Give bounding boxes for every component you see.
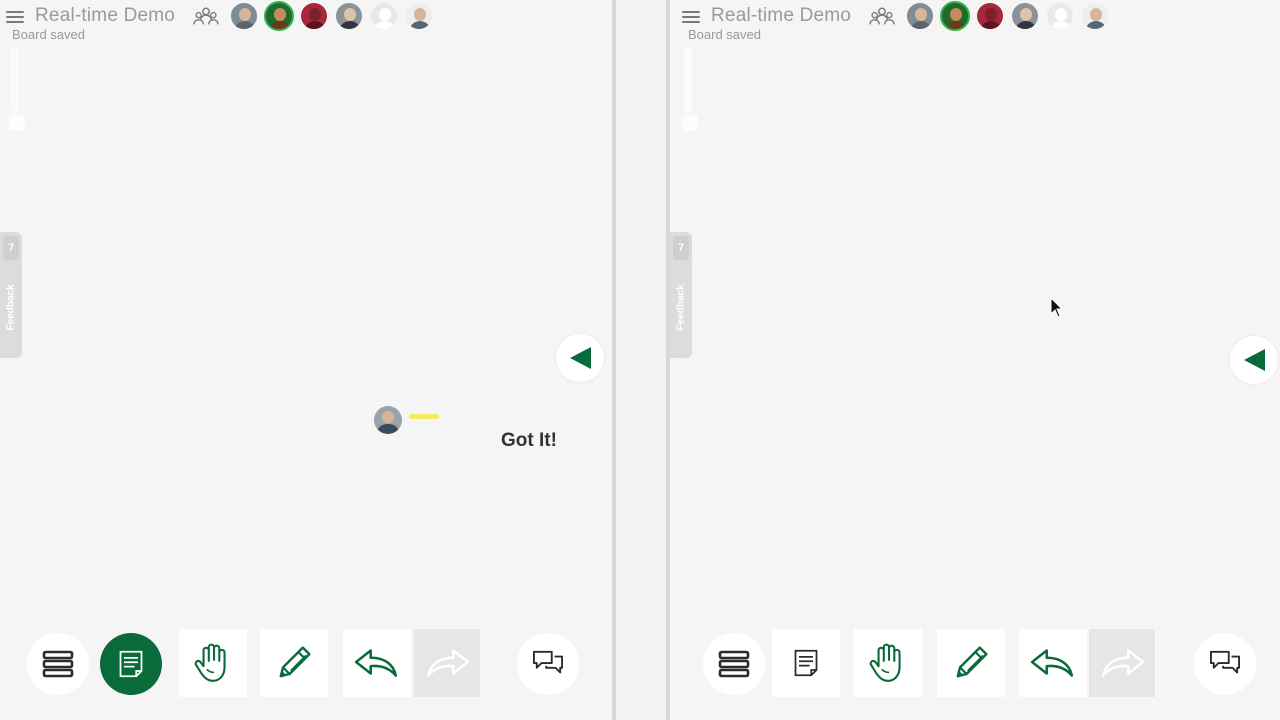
hand-tool-button[interactable] bbox=[854, 629, 922, 697]
remote-user-cursor-avatar bbox=[374, 406, 402, 434]
feedback-count: 7 bbox=[673, 236, 689, 260]
layers-icon bbox=[718, 648, 750, 680]
board-title[interactable]: Real-time Demo bbox=[711, 5, 851, 27]
feedback-label: Feedback bbox=[675, 284, 687, 331]
avatar-user-4[interactable] bbox=[334, 1, 364, 31]
notes-button[interactable] bbox=[100, 633, 162, 695]
got-it-button[interactable]: Got It! bbox=[501, 430, 557, 452]
hamburger-icon[interactable] bbox=[6, 8, 24, 24]
collapse-panel-button[interactable] bbox=[556, 334, 604, 382]
feedback-tab[interactable]: 7 Feedback bbox=[670, 232, 692, 358]
redo-icon bbox=[1099, 646, 1145, 680]
avatar-user-6[interactable] bbox=[404, 1, 434, 31]
board-status: Board saved bbox=[12, 27, 85, 42]
chat-icon bbox=[531, 649, 565, 679]
layers-button[interactable] bbox=[703, 633, 765, 695]
chat-icon bbox=[1208, 649, 1242, 679]
collaborator-avatars bbox=[229, 1, 434, 31]
avatar-user-2[interactable] bbox=[940, 1, 970, 31]
hand-tool-button[interactable] bbox=[179, 629, 247, 697]
hamburger-icon[interactable] bbox=[682, 8, 700, 24]
avatar-user-3[interactable] bbox=[299, 1, 329, 31]
mouse-pointer-icon bbox=[1050, 297, 1064, 318]
notes-button[interactable] bbox=[772, 629, 840, 697]
triangle-left-icon bbox=[570, 347, 591, 369]
zoom-slider-knob[interactable] bbox=[682, 115, 698, 131]
notes-icon bbox=[117, 649, 145, 679]
avatar-user-4[interactable] bbox=[1010, 1, 1040, 31]
chat-button[interactable] bbox=[517, 633, 579, 695]
users-icon[interactable] bbox=[193, 6, 219, 28]
avatar-user-1[interactable] bbox=[905, 1, 935, 31]
redo-icon bbox=[424, 646, 470, 680]
collapse-panel-button[interactable] bbox=[1230, 336, 1278, 384]
feedback-label: Feedback bbox=[5, 284, 17, 331]
avatar-user-3[interactable] bbox=[975, 1, 1005, 31]
avatar-user-6[interactable] bbox=[1080, 1, 1110, 31]
feedback-tab[interactable]: 7 Feedback bbox=[0, 232, 22, 358]
notes-icon bbox=[792, 648, 820, 678]
pencil-icon bbox=[272, 641, 316, 685]
users-icon[interactable] bbox=[869, 6, 895, 28]
feedback-count: 7 bbox=[3, 236, 19, 260]
collaborator-avatars bbox=[905, 1, 1110, 31]
left-board-pane[interactable]: Real-time Demo Board saved 7 Feedback Go… bbox=[0, 0, 612, 720]
undo-icon bbox=[354, 646, 400, 680]
chat-button[interactable] bbox=[1194, 633, 1256, 695]
zoom-slider-knob[interactable] bbox=[9, 115, 25, 131]
board-title[interactable]: Real-time Demo bbox=[35, 5, 175, 27]
triangle-left-icon bbox=[1244, 349, 1265, 371]
redo-button[interactable] bbox=[1089, 629, 1155, 697]
board-status: Board saved bbox=[688, 27, 761, 42]
avatar-user-5[interactable] bbox=[1045, 1, 1075, 31]
right-board-pane[interactable]: Real-time Demo Board saved 7 Feedback bbox=[670, 0, 1280, 720]
layers-button[interactable] bbox=[27, 633, 89, 695]
pane-gap bbox=[616, 0, 666, 720]
undo-button[interactable] bbox=[343, 629, 411, 697]
pencil-tool-button[interactable] bbox=[937, 629, 1005, 697]
zoom-slider-track[interactable] bbox=[684, 47, 692, 113]
avatar-user-1[interactable] bbox=[229, 1, 259, 31]
zoom-scrollbar[interactable] bbox=[9, 45, 25, 140]
hand-icon bbox=[867, 642, 909, 684]
remote-pen-stroke bbox=[409, 414, 439, 419]
layers-icon bbox=[42, 648, 74, 680]
zoom-slider-track[interactable] bbox=[11, 47, 19, 113]
redo-button[interactable] bbox=[414, 629, 480, 697]
pencil-icon bbox=[949, 641, 993, 685]
avatar-user-5[interactable] bbox=[369, 1, 399, 31]
undo-icon bbox=[1030, 646, 1076, 680]
hand-icon bbox=[192, 642, 234, 684]
undo-button[interactable] bbox=[1019, 629, 1087, 697]
zoom-scrollbar[interactable] bbox=[682, 45, 698, 140]
pencil-tool-button[interactable] bbox=[260, 629, 328, 697]
avatar-user-2[interactable] bbox=[264, 1, 294, 31]
